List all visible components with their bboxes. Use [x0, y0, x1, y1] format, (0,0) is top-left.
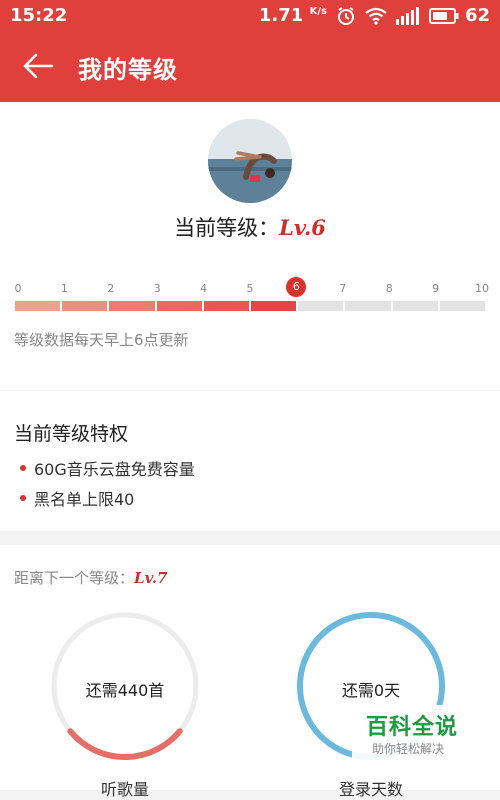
watermark-subtitle: 助你轻松解决 — [372, 742, 445, 756]
next-level-value: Lv.7 — [134, 569, 168, 587]
network-speed: 1.71 K/s — [258, 5, 327, 26]
level-segment-filled — [62, 301, 108, 311]
current-level-value: Lv.6 — [279, 215, 326, 240]
watermark-title: 百科全说 — [366, 715, 459, 740]
current-level: 当前等级：Lv.6 — [0, 212, 500, 242]
list-item: 60G音乐云盘免费容量 — [14, 453, 195, 483]
privilege-title: 当前等级特权 — [14, 423, 129, 445]
avatar-image — [208, 119, 292, 203]
songs-remaining: 还需440首 — [85, 681, 165, 700]
bullet-icon — [20, 465, 26, 471]
tick-current-level: 6 — [286, 277, 307, 297]
level-segment-filled — [15, 301, 61, 311]
status-time: 15:22 — [10, 5, 68, 26]
top-bar: 15:22 1.71 K/s 62 我的等级 — [0, 0, 500, 102]
level-segment-empty — [439, 301, 485, 311]
level-segment-empty — [345, 301, 391, 311]
status-indicators: 1.71 K/s 62 — [259, 5, 490, 26]
update-note: 等级数据每天早上6点更新 — [14, 331, 189, 349]
privilege-card: 当前等级特权 60G音乐云盘免费容量 黑名单上限40 — [0, 391, 500, 531]
next-level-heading: 距离下一个等级：Lv.7 — [14, 569, 168, 587]
level-segment-empty — [298, 301, 344, 311]
tick-label: 5 — [246, 282, 254, 295]
tick-label: 9 — [432, 282, 440, 295]
level-segment-filled — [109, 301, 155, 311]
level-ticks: 0 1 2 3 4 5 6 7 8 9 10 — [0, 277, 500, 302]
watermark: 百科全说 助你轻松解决 — [352, 705, 500, 765]
level-segment-filled — [203, 301, 249, 311]
songs-progress-arc — [67, 728, 183, 760]
arrow-left-icon[interactable] — [20, 48, 56, 84]
battery-level: 62 — [464, 5, 490, 26]
bullet-icon — [20, 495, 26, 501]
tick-label: 7 — [339, 282, 347, 295]
level-card: 当前等级：Lv.6 0 1 2 3 4 5 6 7 8 9 10 等级数据每天早上6点更新 — [0, 102, 500, 390]
current-level-label: 当前等级： — [174, 216, 280, 240]
level-segment-empty — [392, 301, 438, 311]
tick-label: 10 — [475, 282, 489, 295]
tick-label: 3 — [153, 282, 161, 295]
days-caption: 登录天数 — [338, 780, 403, 799]
tick-label: 0 — [14, 282, 22, 295]
days-remaining: 还需0天 — [341, 681, 401, 700]
avatar[interactable] — [208, 119, 292, 203]
wifi-icon — [365, 7, 387, 25]
list-item: 黑名单上限40 — [14, 483, 195, 513]
level-progress-track — [14, 301, 486, 311]
songs-caption: 听歌量 — [100, 780, 149, 799]
privilege-list: 60G音乐云盘免费容量 黑名单上限40 — [14, 453, 195, 513]
level-segment-filled — [156, 301, 202, 311]
tick-label: 8 — [385, 282, 393, 295]
signal-icon — [395, 6, 419, 25]
battery-icon — [428, 7, 459, 24]
page-title: 我的等级 — [78, 56, 178, 84]
alarm-icon — [337, 6, 354, 25]
battery-status: 62 — [428, 5, 490, 26]
tick-label: 2 — [107, 282, 115, 295]
status-bar: 15:22 1.71 K/s 62 — [0, 0, 500, 32]
tick-label: 1 — [60, 282, 68, 295]
level-segment-filled — [251, 301, 297, 311]
tick-label: 4 — [200, 282, 208, 295]
